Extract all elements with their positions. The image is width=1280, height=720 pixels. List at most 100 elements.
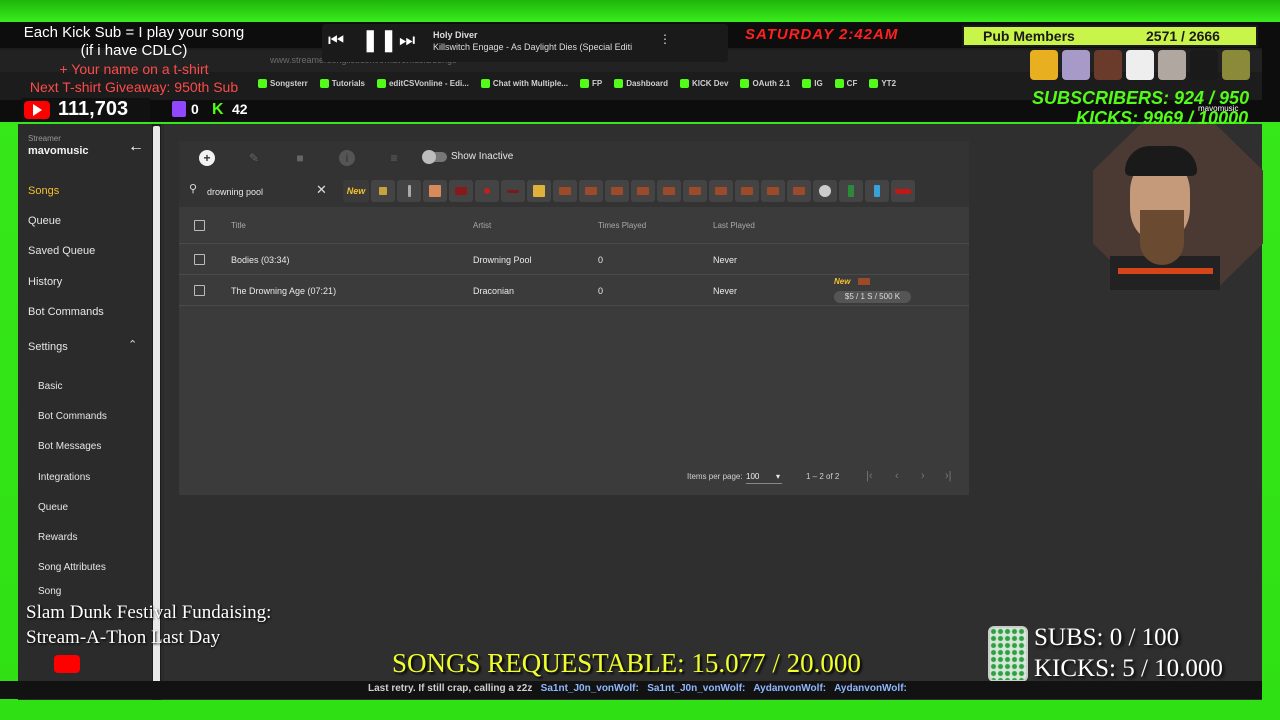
last-page-icon[interactable]: ›| [945,470,952,482]
col-artist[interactable]: Artist [473,221,491,230]
chevron-up-icon[interactable]: ⌃ [128,338,137,351]
info-icon[interactable]: i [339,150,355,166]
items-per-page-select[interactable]: 100 ▾ [746,472,782,484]
search-icon: ⚲ [189,183,198,195]
filter-attribute-icon[interactable] [605,180,629,202]
ticker-user: AydanvonWolf: [834,683,907,694]
per-page-value: 100 [746,472,760,481]
song-title[interactable]: The Drowning Age (07:21) [231,286,336,296]
webcam-shirt-stripe [1118,268,1213,274]
fundraiser-banner: Slam Dunk Festival Fundaising: Stream-A-… [26,600,271,650]
sidebar-item-saved-queue[interactable]: Saved Queue [28,245,95,257]
bookmark[interactable]: Dashboard [614,78,668,88]
times-played: 0 [598,255,604,265]
webcam-hat [1125,146,1197,176]
now-playing-artist: Killswitch Engage - As Daylight Dies (Sp… [433,42,633,52]
settings-item-bot-commands[interactable]: Bot Commands [38,411,107,422]
settings-item-song-attributes[interactable]: Song Attributes [38,562,106,573]
filter-attribute-icon[interactable] [423,180,447,202]
filter-attribute-icon[interactable] [761,180,785,202]
first-page-icon[interactable]: |‹ [866,470,873,482]
sidebar-item-bot-commands[interactable]: Bot Commands [28,306,104,318]
tshirt-icon [1094,50,1122,80]
filter-attribute-icon[interactable] [735,180,759,202]
filter-attribute-icon[interactable] [787,180,811,202]
tshirt-icon [1030,50,1058,80]
settings-item-song[interactable]: Song [38,586,61,597]
more-vert-icon[interactable]: ⋮ [659,32,671,46]
filter-attribute-icon[interactable] [527,180,551,202]
col-times-played[interactable]: Times Played [598,221,646,230]
twitch-count: 0 [191,101,199,117]
sidebar-item-queue[interactable]: Queue [28,215,61,227]
delete-icon[interactable]: ■ [292,150,308,166]
filter-attribute-icon[interactable] [371,180,395,202]
settings-item-integrations[interactable]: Integrations [38,472,90,483]
promo-line: + Your name on a t-shirt [59,61,209,77]
filter-attribute-icon[interactable] [891,180,915,202]
tshirt-icon [1222,50,1250,80]
bookmark[interactable]: KICK Dev [679,78,728,88]
divider [179,305,969,306]
previous-track-icon[interactable]: ⏮ [328,30,344,51]
song-artist: Drowning Pool [473,255,532,265]
bookmark[interactable]: YT2 [869,78,896,88]
tshirt-icon [1062,50,1090,80]
ticker-user: Sa1nt_J0n_vonWolf: [647,683,746,694]
filter-attribute-icon[interactable] [709,180,733,202]
clear-search-icon[interactable]: ✕ [316,182,327,198]
next-page-icon[interactable]: › [921,470,925,482]
bookmarks-bar: Songsterr Tutorials editCSVonline - Edi.… [258,73,1038,93]
bookmark[interactable]: IG [802,78,823,88]
row-checkbox[interactable] [194,285,205,296]
filter-attribute-icon[interactable] [813,180,837,202]
chat-ticker: Last retry. If still crap, calling a z2z… [0,681,1262,699]
back-arrow-icon[interactable]: ← [128,138,144,156]
next-track-icon[interactable]: ⏭ [399,30,415,51]
bookmark[interactable]: CF [834,78,857,88]
filter-attribute-icon[interactable] [475,180,499,202]
filter-attribute-icon[interactable] [865,180,889,202]
edit-icon[interactable]: ✎ [246,150,262,166]
bookmark[interactable]: OAuth 2.1 [740,78,790,88]
last-played: Never [713,255,738,265]
settings-item-rewards[interactable]: Rewards [38,532,77,543]
add-icon[interactable]: + [199,150,215,166]
bookmark[interactable]: Chat with Multiple... [480,78,568,88]
song-title[interactable]: Bodies (03:34) [231,255,290,265]
bookmark[interactable]: editCSVonline - Edi... [376,78,469,88]
sidebar-item-songs[interactable]: Songs [28,185,59,197]
settings-item-basic[interactable]: Basic [38,381,62,392]
sidebar-item-settings[interactable]: Settings [28,341,68,353]
search-input[interactable] [207,185,307,199]
col-last-played[interactable]: Last Played [713,221,755,230]
webcam-beard [1140,210,1184,265]
filter-attribute-icon[interactable] [657,180,681,202]
filter-attribute-icon[interactable] [683,180,707,202]
youtube-icon [54,655,80,673]
prev-page-icon[interactable]: ‹ [895,470,899,482]
webcam-label: mavomusic [1198,104,1239,113]
bookmark[interactable]: FP [579,78,602,88]
col-title[interactable]: Title [231,221,246,230]
filter-attribute-icon[interactable] [631,180,655,202]
playlist-add-icon[interactable]: ≡ [386,150,402,166]
sidebar-item-history[interactable]: History [28,276,62,288]
row-checkbox[interactable] [194,254,205,265]
filter-attribute-icon[interactable] [397,180,421,202]
filter-attribute-icon[interactable] [501,180,525,202]
filter-attribute-icon[interactable] [449,180,473,202]
filter-attribute-icon[interactable] [579,180,603,202]
toggle-knob[interactable] [422,150,436,164]
filter-new[interactable]: New [343,180,369,202]
settings-item-bot-messages[interactable]: Bot Messages [38,441,101,452]
pause-icon[interactable]: ❚❚ [361,27,398,53]
bookmark[interactable]: Tutorials [319,78,365,88]
ticker-user: AydanvonWolf: [753,683,827,694]
settings-item-queue[interactable]: Queue [38,502,68,513]
bookmark[interactable]: Songsterr [258,78,308,88]
pub-members-value: 2571 / 2666 [1146,28,1220,44]
filter-attribute-icon[interactable] [553,180,577,202]
filter-attribute-icon[interactable] [839,180,863,202]
select-all-checkbox[interactable] [194,220,205,231]
